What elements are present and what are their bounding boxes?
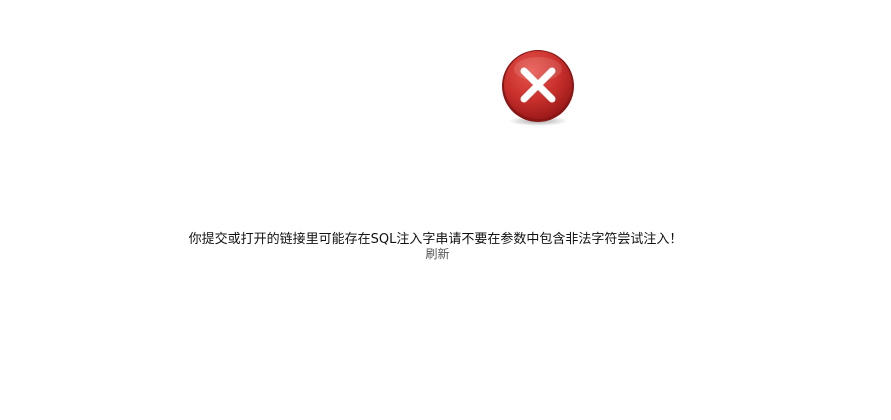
error-message: 你提交或打开的链接里可能存在SQL注入字串请不要在参数中包含非法字符尝试注入！ <box>188 232 683 247</box>
error-close-icon <box>499 49 577 127</box>
error-page: 你提交或打开的链接里可能存在SQL注入字串请不要在参数中包含非法字符尝试注入！ … <box>0 0 891 420</box>
refresh-link[interactable]: 刷新 <box>425 247 449 262</box>
error-message-line: 你提交或打开的链接里可能存在SQL注入字串请不要在参数中包含非法字符尝试注入！ <box>0 232 891 248</box>
refresh-row: 刷新 <box>0 247 891 262</box>
